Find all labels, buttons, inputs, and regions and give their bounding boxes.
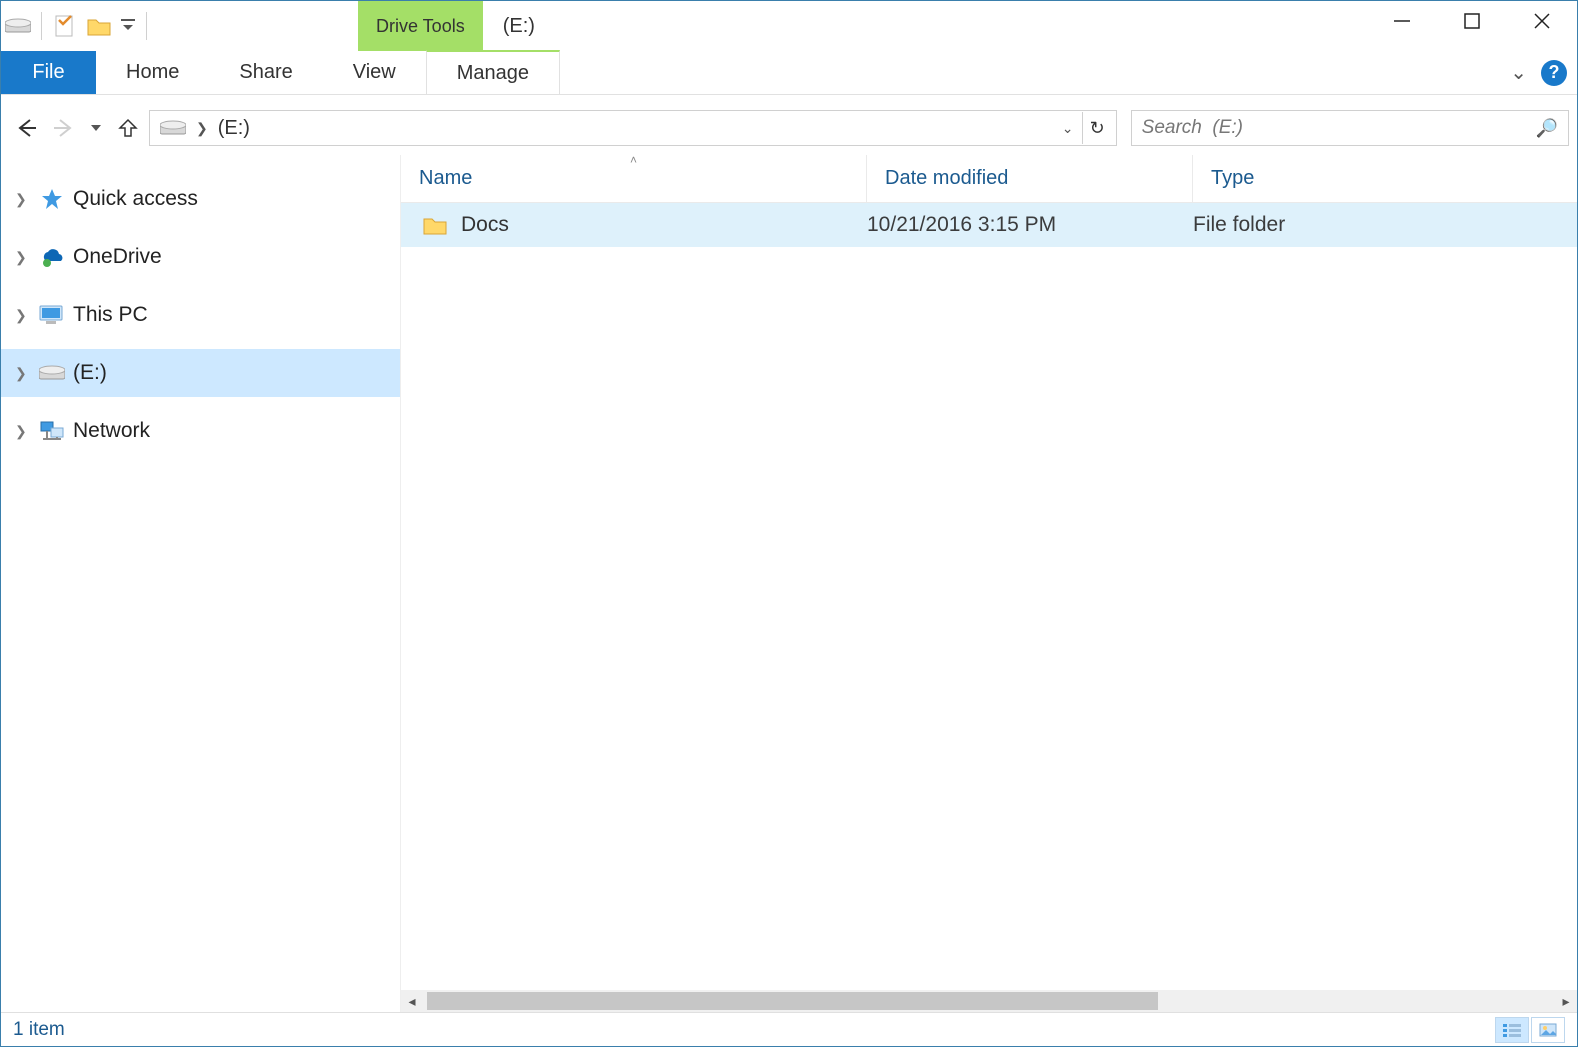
tree-item-onedrive[interactable]: ❯ OneDrive bbox=[1, 233, 400, 281]
expand-chevron-icon[interactable]: ❯ bbox=[15, 365, 31, 382]
column-header-type-label: Type bbox=[1211, 167, 1254, 190]
ribbon-tabs: File Home Share View Manage ⌄ ? bbox=[1, 51, 1577, 95]
ribbon-context-text: Drive Tools bbox=[376, 16, 465, 37]
sort-ascending-icon: ˄ bbox=[630, 153, 637, 167]
scroll-right-arrow[interactable]: ▸ bbox=[1555, 993, 1577, 1010]
column-header-date[interactable]: Date modified bbox=[867, 155, 1193, 202]
horizontal-scrollbar[interactable]: ◂ ▸ bbox=[401, 990, 1577, 1012]
close-button[interactable] bbox=[1507, 1, 1577, 41]
column-headers: ˄ Name Date modified Type bbox=[401, 155, 1577, 203]
tree-item-label: (E:) bbox=[73, 361, 107, 385]
expand-chevron-icon[interactable]: ❯ bbox=[15, 423, 31, 440]
cloud-icon bbox=[39, 244, 65, 270]
scroll-track[interactable] bbox=[427, 992, 1551, 1010]
ribbon-tab-share[interactable]: Share bbox=[209, 51, 322, 94]
expand-chevron-icon[interactable]: ❯ bbox=[15, 249, 31, 266]
address-bar[interactable]: ❯ (E:) ⌄ ↻ bbox=[149, 110, 1117, 146]
ribbon-tab-view-label: View bbox=[353, 61, 396, 84]
scroll-thumb[interactable] bbox=[427, 992, 1158, 1010]
ribbon-tab-home-label: Home bbox=[126, 61, 179, 84]
qat-new-folder-button[interactable] bbox=[82, 6, 116, 46]
tree-item-drive-e[interactable]: ❯ (E:) bbox=[1, 349, 400, 397]
recent-locations-dropdown[interactable] bbox=[85, 111, 107, 145]
details-view-button[interactable] bbox=[1495, 1017, 1529, 1043]
separator bbox=[146, 12, 147, 40]
window-controls bbox=[1367, 1, 1577, 41]
help-button[interactable]: ? bbox=[1541, 60, 1567, 86]
tree-item-label: Quick access bbox=[73, 187, 198, 211]
drive-icon bbox=[39, 360, 65, 386]
qat-properties-button[interactable] bbox=[48, 6, 82, 46]
navigation-row: ❯ (E:) ⌄ ↻ 🔍 bbox=[1, 101, 1577, 155]
title-bar: Drive Tools (E:) bbox=[1, 1, 1577, 51]
address-segment-label: (E:) bbox=[218, 117, 250, 140]
file-name: Docs bbox=[461, 213, 509, 237]
ribbon-right-controls: ⌄ ? bbox=[1510, 51, 1567, 94]
ribbon-tab-view[interactable]: View bbox=[323, 51, 426, 94]
ribbon-context-label[interactable]: Drive Tools bbox=[358, 1, 483, 51]
file-list: Docs 10/21/2016 3:15 PM File folder bbox=[401, 203, 1577, 990]
tree-item-label: OneDrive bbox=[73, 245, 162, 269]
file-type: File folder bbox=[1193, 213, 1577, 237]
minimize-button[interactable] bbox=[1367, 1, 1437, 41]
tree-item-label: Network bbox=[73, 419, 150, 443]
window-title: (E:) bbox=[503, 15, 535, 38]
tree-item-network[interactable]: ❯ Network bbox=[1, 407, 400, 455]
status-bar: 1 item bbox=[1, 1012, 1577, 1046]
back-button[interactable] bbox=[9, 111, 43, 145]
address-segment-current[interactable]: (E:) bbox=[212, 117, 256, 140]
scroll-left-arrow[interactable]: ◂ bbox=[401, 993, 423, 1010]
address-history-dropdown[interactable]: ⌄ bbox=[1056, 112, 1080, 144]
navigation-pane: ❯ Quick access ❯ OneDrive ❯ This PC ❯ bbox=[1, 155, 401, 1012]
tree-item-label: This PC bbox=[73, 303, 148, 327]
content-pane: ˄ Name Date modified Type Docs 10/21/201… bbox=[401, 155, 1577, 1012]
pc-icon bbox=[39, 302, 65, 328]
up-button[interactable] bbox=[111, 111, 145, 145]
ribbon-tab-manage[interactable]: Manage bbox=[426, 50, 560, 94]
address-chevron-icon[interactable]: ❯ bbox=[192, 120, 212, 137]
status-text: 1 item bbox=[13, 1019, 65, 1041]
address-root-icon[interactable] bbox=[154, 119, 192, 137]
star-icon bbox=[39, 186, 65, 212]
search-icon[interactable]: 🔍 bbox=[1536, 118, 1558, 139]
column-header-name-label: Name bbox=[419, 167, 472, 190]
network-icon bbox=[39, 418, 65, 444]
separator bbox=[41, 12, 42, 40]
tree-item-this-pc[interactable]: ❯ This PC bbox=[1, 291, 400, 339]
ribbon-expand-button[interactable]: ⌄ bbox=[1510, 60, 1527, 85]
ribbon-tab-share-label: Share bbox=[239, 61, 292, 84]
search-input[interactable] bbox=[1142, 117, 1536, 139]
file-name-cell: Docs bbox=[401, 213, 867, 237]
ribbon-tab-file[interactable]: File bbox=[1, 51, 96, 94]
ribbon-tab-file-label: File bbox=[32, 61, 64, 84]
file-date: 10/21/2016 3:15 PM bbox=[867, 213, 1193, 237]
view-switch bbox=[1495, 1017, 1565, 1043]
qat-drive-icon[interactable] bbox=[1, 6, 35, 46]
folder-icon bbox=[423, 215, 447, 235]
expand-chevron-icon[interactable]: ❯ bbox=[15, 307, 31, 324]
column-header-date-label: Date modified bbox=[885, 167, 1008, 190]
ribbon-tab-home[interactable]: Home bbox=[96, 51, 209, 94]
quick-access-toolbar bbox=[1, 1, 153, 51]
search-box[interactable]: 🔍 bbox=[1131, 110, 1569, 146]
column-header-name[interactable]: ˄ Name bbox=[401, 155, 867, 202]
refresh-button[interactable]: ↻ bbox=[1082, 112, 1112, 144]
maximize-button[interactable] bbox=[1437, 1, 1507, 41]
expand-chevron-icon[interactable]: ❯ bbox=[15, 191, 31, 208]
large-icons-view-button[interactable] bbox=[1531, 1017, 1565, 1043]
tree-item-quick-access[interactable]: ❯ Quick access bbox=[1, 175, 400, 223]
forward-button[interactable] bbox=[47, 111, 81, 145]
qat-customize-dropdown[interactable] bbox=[116, 6, 140, 46]
main-split: ❯ Quick access ❯ OneDrive ❯ This PC ❯ bbox=[1, 155, 1577, 1012]
file-row[interactable]: Docs 10/21/2016 3:15 PM File folder bbox=[401, 203, 1577, 247]
column-header-type[interactable]: Type bbox=[1193, 155, 1577, 202]
ribbon-tab-manage-label: Manage bbox=[457, 62, 529, 85]
